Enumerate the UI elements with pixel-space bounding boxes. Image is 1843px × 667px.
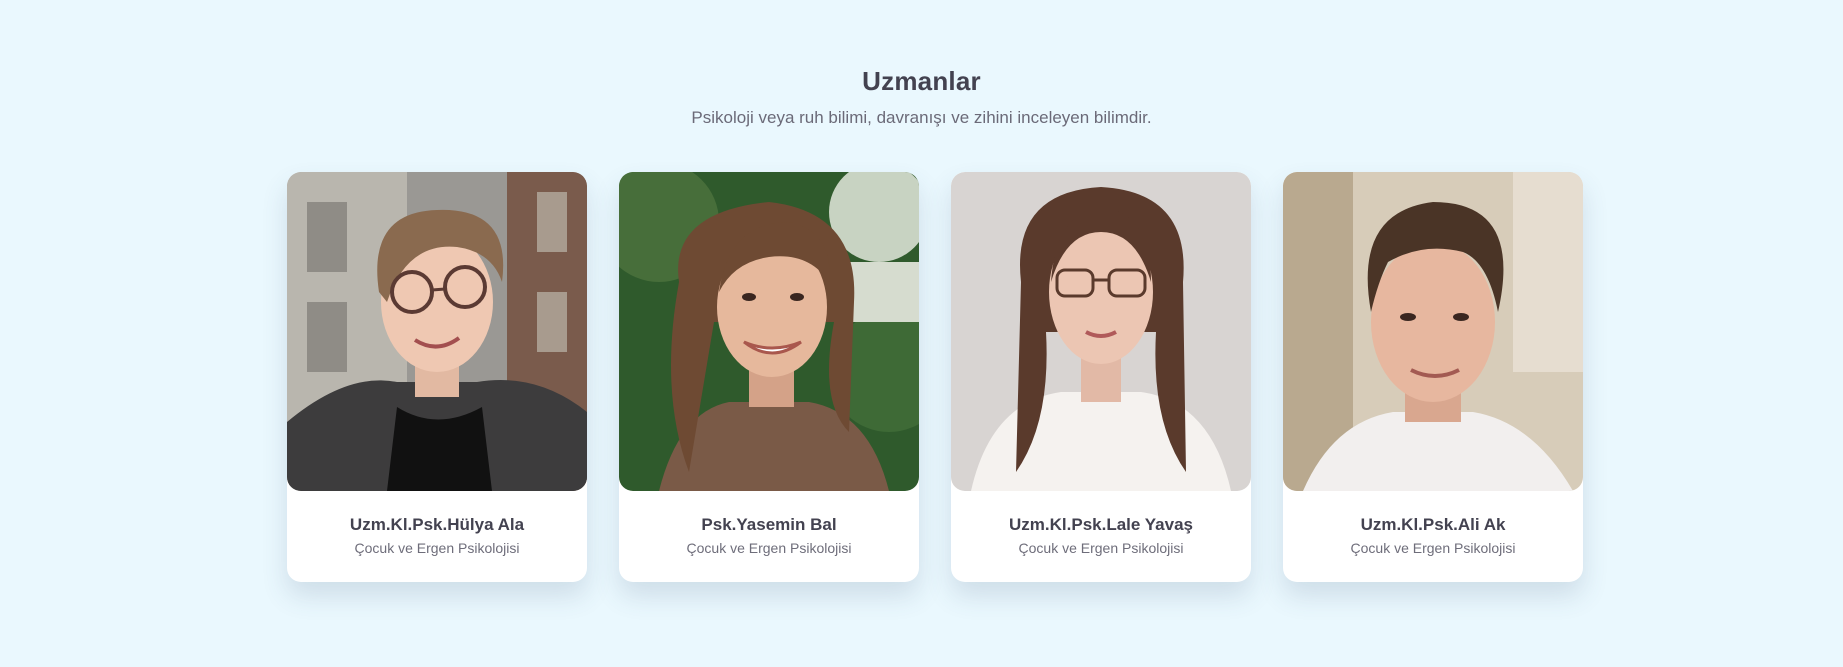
- expert-photo-image: [619, 172, 919, 491]
- expert-card[interactable]: Uzm.Kl.Psk.Ali Ak Çocuk ve Ergen Psikolo…: [1283, 172, 1583, 582]
- expert-specialty: Çocuk ve Ergen Psikolojisi: [686, 540, 852, 556]
- section-subtitle: Psikoloji veya ruh bilimi, davranışı ve …: [691, 108, 1152, 127]
- section-title: Uzmanlar: [862, 66, 981, 96]
- expert-specialty: Çocuk ve Ergen Psikolojisi: [1350, 540, 1516, 556]
- expert-name[interactable]: Uzm.Kl.Psk.Lale Yavaş: [951, 515, 1251, 535]
- expert-card[interactable]: Psk.Yasemin Bal Çocuk ve Ergen Psikoloji…: [619, 172, 919, 582]
- expert-photo-image: [287, 172, 587, 491]
- expert-photo-image: [1283, 172, 1583, 491]
- experts-section: Uzmanlar Psikoloji veya ruh bilimi, davr…: [0, 0, 1843, 667]
- expert-specialty: Çocuk ve Ergen Psikolojisi: [354, 540, 520, 556]
- expert-photo-image: [951, 172, 1251, 491]
- expert-card[interactable]: Uzm.Kl.Psk.Hülya Ala Çocuk ve Ergen Psik…: [287, 172, 587, 582]
- expert-photo[interactable]: [287, 172, 587, 491]
- expert-photo[interactable]: [1283, 172, 1583, 491]
- expert-specialty: Çocuk ve Ergen Psikolojisi: [1018, 540, 1184, 556]
- experts-grid: Uzm.Kl.Psk.Hülya Ala Çocuk ve Ergen Psik…: [287, 172, 1583, 582]
- expert-name[interactable]: Uzm.Kl.Psk.Hülya Ala: [287, 515, 587, 535]
- expert-photo[interactable]: [951, 172, 1251, 491]
- expert-name[interactable]: Uzm.Kl.Psk.Ali Ak: [1283, 515, 1583, 535]
- expert-photo[interactable]: [619, 172, 919, 491]
- expert-card[interactable]: Uzm.Kl.Psk.Lale Yavaş Çocuk ve Ergen Psi…: [951, 172, 1251, 582]
- expert-name[interactable]: Psk.Yasemin Bal: [619, 515, 919, 535]
